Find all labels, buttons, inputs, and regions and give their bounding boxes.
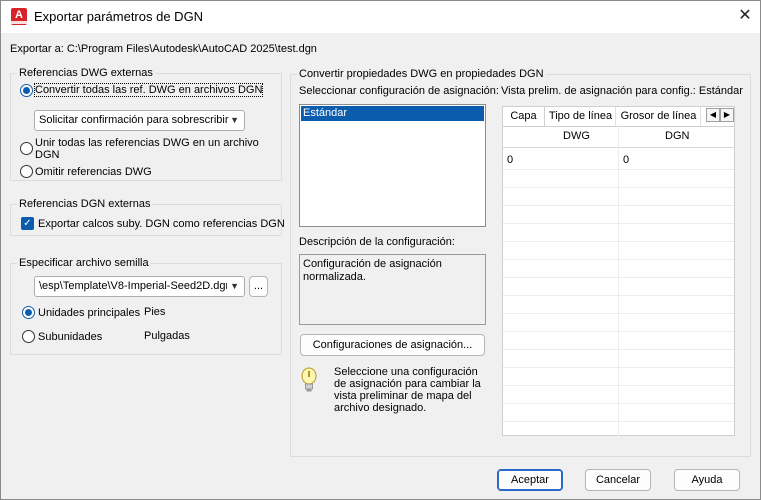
convert-title: Convertir propiedades DWG en propiedades… xyxy=(297,68,546,80)
chevron-down-icon: ▼ xyxy=(227,277,239,296)
lightbulb-icon xyxy=(301,367,317,392)
hint-text: Seleccione una configuración de asignaci… xyxy=(334,366,481,414)
mapping-preview-grid: Capa Tipo de línea Grosor de línea ◀ ▶ D… xyxy=(502,106,735,436)
chevron-down-icon: ▼ xyxy=(230,115,239,125)
grid-line xyxy=(503,205,734,206)
seed-title: Especificar archivo semilla xyxy=(17,257,151,269)
browse-button[interactable]: ... xyxy=(249,276,268,297)
grid-line xyxy=(503,241,734,242)
select-config-label: Seleccionar configuración de asignación: xyxy=(299,85,499,97)
ok-button[interactable]: Aceptar xyxy=(497,469,563,491)
sub-units-radio[interactable] xyxy=(22,330,35,343)
export-calcos-checkbox[interactable]: ✓ xyxy=(21,217,34,230)
sub-units-value: Pulgadas xyxy=(144,330,190,342)
grid-line xyxy=(503,223,734,224)
grid-line xyxy=(503,331,734,332)
grid-line xyxy=(503,187,734,188)
seed-file-value: \esp\Template\V8-Imperial-Seed2D.dgn xyxy=(39,280,232,292)
export-calcos-label[interactable]: Exportar calcos suby. DGN como referenci… xyxy=(38,218,285,230)
master-units-value: Pies xyxy=(144,306,166,318)
master-units-radio[interactable] xyxy=(22,306,35,319)
config-list-item-selected[interactable]: Estándar xyxy=(301,106,484,121)
col-header-dgn: DGN xyxy=(665,130,690,142)
tab-scroll-right-icon[interactable]: ▶ xyxy=(720,108,734,122)
overwrite-combo-value: Solicitar confirmación para sobrescribir xyxy=(39,114,229,126)
convert-refs-radio[interactable] xyxy=(20,84,33,97)
help-button[interactable]: Ayuda xyxy=(674,469,740,491)
grid-line xyxy=(503,349,734,350)
cancel-button[interactable]: Cancelar xyxy=(585,469,651,491)
master-units-label[interactable]: Unidades principales xyxy=(38,307,140,319)
grid-line xyxy=(503,421,734,422)
convert-refs-label[interactable]: Convertir todas las ref. DWG en archivos… xyxy=(33,83,264,97)
merge-refs-label[interactable]: Unir todas las referencias DWG en un arc… xyxy=(35,137,265,161)
seed-file-combo[interactable]: \esp\Template\V8-Imperial-Seed2D.dgn ▼ xyxy=(34,276,245,297)
tab-lineweight[interactable]: Grosor de línea xyxy=(617,107,701,127)
config-desc-label: Descripción de la configuración: xyxy=(299,236,455,248)
grid-line xyxy=(503,169,734,170)
sub-units-label[interactable]: Subunidades xyxy=(38,331,102,343)
grid-line xyxy=(503,385,734,386)
export-dgn-dialog: A Exportar parámetros de DGN ✕ Exportar … xyxy=(0,0,761,500)
window-title: Exportar parámetros de DGN xyxy=(34,9,204,24)
grid-line xyxy=(503,403,734,404)
close-icon[interactable]: ✕ xyxy=(737,8,753,24)
config-description: Configuración de asignación normalizada. xyxy=(299,254,486,325)
grid-line xyxy=(503,259,734,260)
ignore-refs-label[interactable]: Omitir referencias DWG xyxy=(35,166,152,178)
dwg-refs-title: Referencias DWG externas xyxy=(17,67,155,79)
row-dwg-cell: 0 xyxy=(507,154,514,166)
autocad-app-icon: A xyxy=(11,8,27,25)
tab-scroll-left-icon[interactable]: ◀ xyxy=(706,108,720,122)
grid-line xyxy=(503,367,734,368)
tab-capa[interactable]: Capa xyxy=(502,106,545,126)
mapping-configs-button[interactable]: Configuraciones de asignación... xyxy=(300,334,485,356)
config-listbox[interactable]: Estándar xyxy=(299,104,486,227)
overwrite-combo[interactable]: Solicitar confirmación para sobrescribir… xyxy=(34,110,245,131)
title-bar: A Exportar parámetros de DGN ✕ xyxy=(1,1,760,33)
dgn-refs-title: Referencias DGN externas xyxy=(17,198,153,210)
grid-line xyxy=(503,313,734,314)
col-header-dwg: DWG xyxy=(563,130,590,142)
row-dgn-cell: 0 xyxy=(623,154,630,166)
tab-linetype[interactable]: Tipo de línea xyxy=(546,107,616,127)
grid-line xyxy=(503,295,734,296)
column-divider xyxy=(618,126,619,436)
export-path-label: Exportar a: C:\Program Files\Autodesk\Au… xyxy=(10,43,317,55)
merge-refs-radio[interactable] xyxy=(20,142,33,155)
preview-label: Vista prelim. de asignación para config.… xyxy=(501,85,743,97)
ignore-refs-radio[interactable] xyxy=(20,165,33,178)
grid-line xyxy=(503,277,734,278)
